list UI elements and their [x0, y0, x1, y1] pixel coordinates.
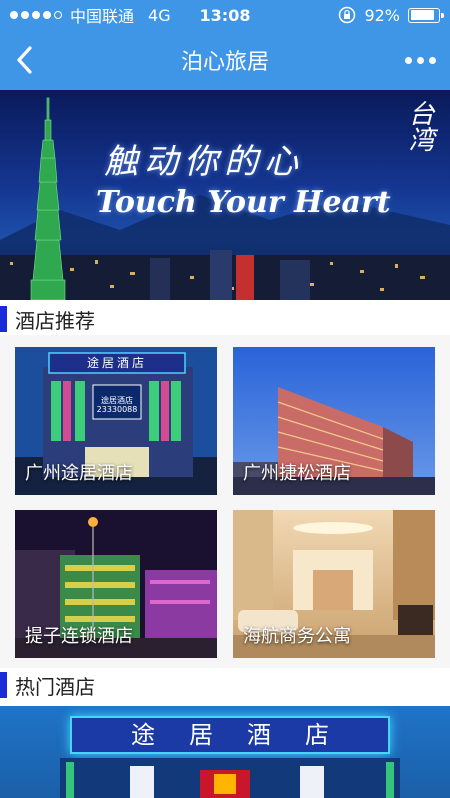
hotel-phone: 23330088: [96, 405, 138, 414]
battery-percent: 92%: [364, 5, 400, 25]
status-bar: 中国联通 4G 13:08 92%: [0, 0, 450, 30]
hotel-name: 广州途居酒店: [25, 463, 133, 484]
page-title: 泊心旅居: [180, 50, 269, 75]
more-button[interactable]: [390, 30, 450, 90]
nav-bar: 泊心旅居: [0, 30, 450, 90]
hotel-card[interactable]: 途居酒店 途居酒店 23330088 广州途居酒店: [15, 347, 217, 495]
banner-slogan-cn: 触动你的心: [104, 142, 304, 182]
orientation-lock-icon: [338, 6, 356, 24]
section-popular-header: 热门酒店: [0, 668, 450, 702]
hotel-card[interactable]: 广州捷松酒店: [233, 347, 435, 495]
hotel-name: 提子连锁酒店: [25, 626, 133, 647]
hotel-card[interactable]: 提子连锁酒店: [15, 510, 217, 658]
section-accent-bar: [0, 672, 7, 698]
hotel-name: 广州捷松酒店: [243, 463, 351, 484]
promo-banner[interactable]: 触动你的心 Touch Your Heart 台湾: [0, 90, 450, 300]
more-horizontal-icon: [404, 56, 412, 64]
banner-location: 台湾: [404, 100, 434, 152]
popular-hotel-card[interactable]: 途居酒店: [0, 706, 450, 798]
back-button[interactable]: [0, 30, 50, 90]
signal-strength-icon: [10, 11, 62, 19]
banner-slogan-en: Touch Your Heart: [96, 185, 391, 220]
chevron-left-icon: [17, 46, 32, 74]
battery-icon: [408, 7, 444, 23]
section-recommended-header: 酒店推荐: [0, 302, 450, 336]
hotel-card[interactable]: 海航商务公寓: [233, 510, 435, 658]
section-title: 热门酒店: [15, 674, 95, 699]
hotel-name: 海航商务公寓: [243, 626, 351, 647]
section-title: 酒店推荐: [15, 308, 95, 333]
network-type: 4G: [148, 5, 171, 25]
hotel-sign: 途居酒店: [86, 356, 147, 370]
recommended-hotel-grid: 途居酒店 途居酒店 23330088 广州途居酒店 广州捷松酒店 提子连锁酒店 …: [0, 335, 450, 670]
hotel-sign: 途居酒店: [70, 716, 390, 754]
section-accent-bar: [0, 306, 7, 332]
carrier-name: 中国联通: [70, 7, 135, 26]
